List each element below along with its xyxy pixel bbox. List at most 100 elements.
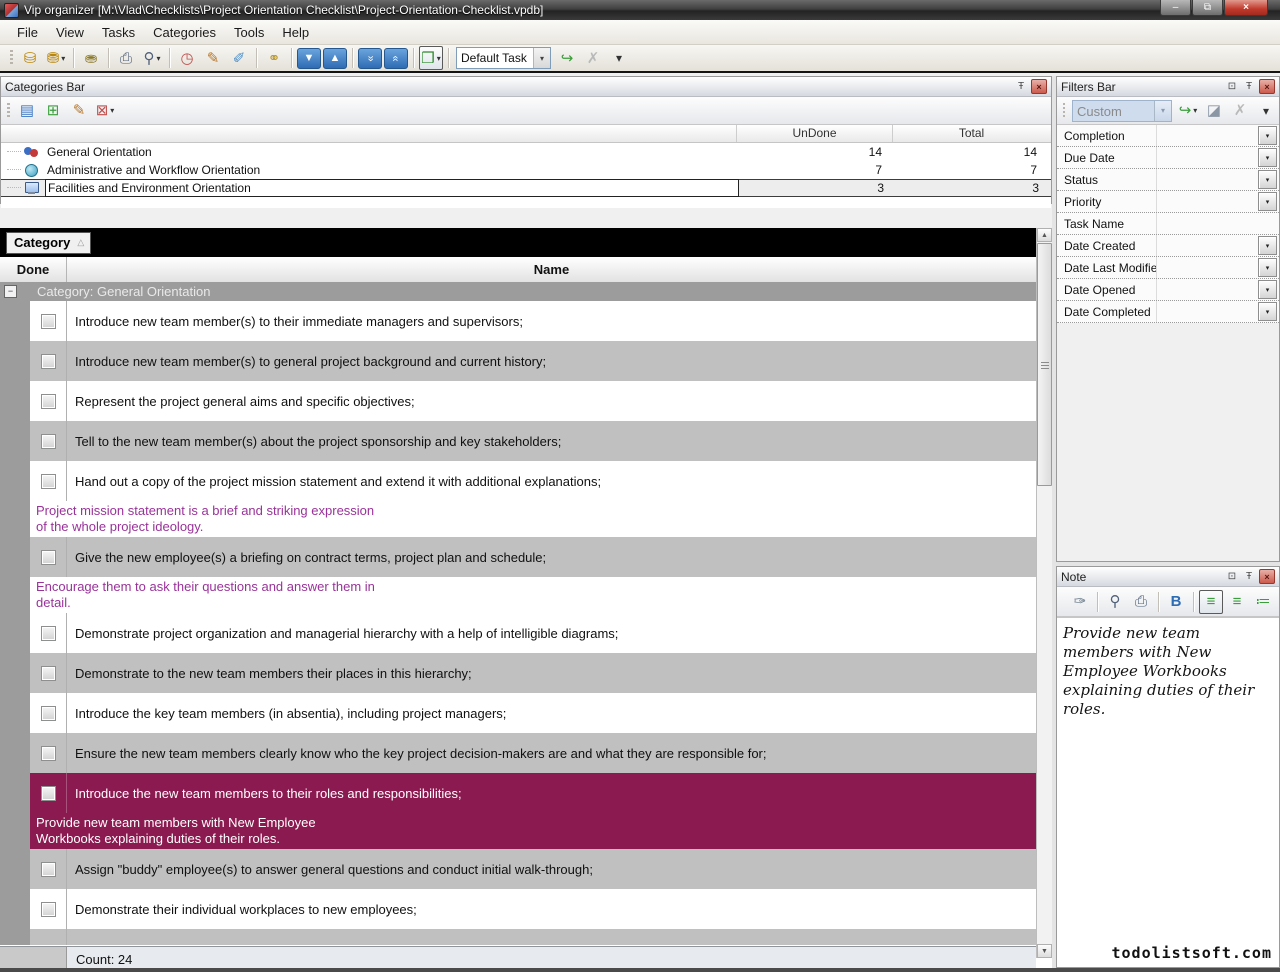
add-category-icon[interactable]: ▤ bbox=[15, 99, 39, 123]
task-checkbox[interactable] bbox=[41, 394, 56, 409]
horizontal-splitter[interactable] bbox=[1056, 562, 1280, 566]
filter-value-field[interactable] bbox=[1156, 257, 1256, 278]
collapse-icon[interactable]: − bbox=[4, 285, 17, 298]
task-note-row[interactable]: Encourage them to ask their questions an… bbox=[30, 577, 1036, 613]
scroll-up-icon[interactable]: ▲ bbox=[1037, 228, 1052, 242]
task-row[interactable]: Demonstrate their individual workplaces … bbox=[30, 889, 1036, 929]
edit-task-icon[interactable]: ✎ bbox=[201, 46, 225, 70]
task-checkbox[interactable] bbox=[41, 862, 56, 877]
delete-filter-icon[interactable]: ✗ bbox=[1228, 99, 1252, 123]
task-checkbox[interactable] bbox=[41, 314, 56, 329]
move-to-bottom-icon[interactable]: » bbox=[358, 48, 382, 69]
move-to-top-icon[interactable]: » bbox=[384, 48, 408, 69]
task-checkbox[interactable] bbox=[41, 706, 56, 721]
task-row[interactable]: Give the new employee(s) a briefing on c… bbox=[30, 537, 1036, 577]
category-row[interactable]: Facilities and Environment Orientation33 bbox=[1, 179, 1051, 197]
task-row[interactable]: Tell to the new team member(s) about the… bbox=[30, 421, 1036, 461]
chevron-down-icon[interactable]: ▾ bbox=[1258, 302, 1277, 321]
filter-value-field[interactable] bbox=[1156, 301, 1256, 322]
print-preview-icon[interactable]: ⚲▾ bbox=[140, 46, 164, 70]
undone-column-header[interactable]: UnDone bbox=[737, 125, 893, 142]
task-checkbox[interactable] bbox=[41, 626, 56, 641]
task-row[interactable]: Hand out a copy of the project mission s… bbox=[30, 461, 1036, 501]
filter-value-field[interactable] bbox=[1156, 213, 1279, 234]
vertical-splitter[interactable] bbox=[1052, 76, 1056, 968]
restore-button[interactable]: ⧉ bbox=[1192, 0, 1223, 16]
filter-value-field[interactable] bbox=[1156, 147, 1256, 168]
find-task-icon[interactable]: ⚭ bbox=[262, 46, 286, 70]
bullet-list-icon[interactable]: ≔ bbox=[1251, 590, 1275, 614]
task-row[interactable]: Demonstrate to the new team members thei… bbox=[30, 653, 1036, 693]
filters-overflow-icon[interactable]: ▾ bbox=[1254, 99, 1278, 123]
task-row[interactable]: Demonstrate project organization and man… bbox=[30, 613, 1036, 653]
close-icon[interactable]: × bbox=[1259, 79, 1275, 94]
menu-item-file[interactable]: File bbox=[8, 22, 47, 43]
menu-item-tools[interactable]: Tools bbox=[225, 22, 273, 43]
remove-task-type-icon[interactable]: ✗ bbox=[581, 46, 605, 70]
task-checkbox[interactable] bbox=[41, 434, 56, 449]
move-down-icon[interactable]: ▼ bbox=[297, 48, 321, 69]
chevron-down-icon[interactable]: ▾ bbox=[1258, 236, 1277, 255]
pin-icon[interactable]: Ŧ bbox=[1242, 80, 1256, 93]
move-up-icon[interactable]: ▲ bbox=[323, 48, 347, 69]
task-row[interactable]: Introduce new team member(s) to general … bbox=[30, 341, 1036, 381]
chevron-down-icon[interactable]: ▾ bbox=[1258, 148, 1277, 167]
title-bar[interactable]: Vip organizer [M:\Vlad\Checklists\Projec… bbox=[0, 0, 1280, 20]
add-task-icon[interactable]: ◷ bbox=[175, 46, 199, 70]
scroll-down-icon[interactable]: ▼ bbox=[1037, 944, 1052, 958]
assign-task-type-icon[interactable]: ↪ bbox=[555, 46, 579, 70]
task-row[interactable]: Ensure the new team members clearly know… bbox=[30, 733, 1036, 773]
delete-task-icon[interactable]: ✐ bbox=[227, 46, 251, 70]
clear-filter-icon[interactable]: ◪ bbox=[1202, 99, 1226, 123]
align-right-icon[interactable]: ≡ bbox=[1225, 590, 1249, 614]
group-by-category-chip[interactable]: Category △ bbox=[6, 232, 91, 254]
task-checkbox[interactable] bbox=[41, 474, 56, 489]
delete-category-icon[interactable]: ⊠▾ bbox=[93, 99, 117, 123]
chevron-down-icon[interactable]: ▾ bbox=[1258, 170, 1277, 189]
chevron-down-icon[interactable]: ▾ bbox=[1258, 126, 1277, 145]
print-icon[interactable]: ⎙ bbox=[114, 46, 138, 70]
task-note-row[interactable]: Provide new team members with New Employ… bbox=[30, 813, 1036, 849]
filter-value-field[interactable] bbox=[1156, 191, 1256, 212]
task-checkbox[interactable] bbox=[41, 786, 56, 801]
task-checkbox[interactable] bbox=[41, 666, 56, 681]
task-checkbox[interactable] bbox=[41, 354, 56, 369]
pin-icon[interactable]: Ŧ bbox=[1014, 80, 1028, 93]
task-row[interactable]: Assign "buddy" employee(s) to answer gen… bbox=[30, 849, 1036, 889]
add-subcategory-icon[interactable]: ⊞ bbox=[41, 99, 65, 123]
total-column-header[interactable]: Total bbox=[893, 125, 1050, 142]
notes-view-icon[interactable]: ❒▾ bbox=[419, 46, 443, 70]
group-row[interactable]: − Category: General Orientation bbox=[0, 282, 1036, 301]
chevron-down-icon[interactable]: ▾ bbox=[1258, 192, 1277, 211]
filter-value-field[interactable] bbox=[1156, 279, 1256, 300]
menu-item-tasks[interactable]: Tasks bbox=[93, 22, 144, 43]
save-database-icon[interactable]: ⛂ bbox=[79, 46, 103, 70]
note-content[interactable]: Provide new team members with New Employ… bbox=[1057, 617, 1279, 967]
task-row[interactable]: Introduce new team member(s) to their im… bbox=[30, 301, 1036, 341]
menu-item-view[interactable]: View bbox=[47, 22, 93, 43]
close-icon[interactable]: × bbox=[1031, 79, 1047, 94]
filter-value-field[interactable] bbox=[1156, 125, 1256, 146]
task-checkbox[interactable] bbox=[41, 550, 56, 565]
task-checkbox[interactable] bbox=[41, 902, 56, 917]
filter-value-field[interactable] bbox=[1156, 169, 1256, 190]
task-type-combo[interactable]: Default Task▾ bbox=[456, 47, 551, 69]
chevron-down-icon[interactable]: ▾ bbox=[533, 48, 550, 68]
note-preview-icon[interactable]: ⚲ bbox=[1103, 590, 1127, 614]
note-print-icon[interactable]: ⎙ bbox=[1129, 590, 1153, 614]
close-button[interactable]: × bbox=[1224, 0, 1268, 16]
open-database-icon[interactable]: ⛃▾ bbox=[44, 46, 68, 70]
toolbar-overflow-icon[interactable]: ▾ bbox=[607, 46, 631, 70]
task-row[interactable]: Introduce the new team members to their … bbox=[30, 773, 1036, 813]
restore-icon[interactable]: ⊡ bbox=[1225, 570, 1239, 583]
task-row[interactable]: Introduce the key team members (in absen… bbox=[30, 693, 1036, 733]
assign-note-icon[interactable]: ✑ bbox=[1068, 590, 1092, 614]
task-note-row[interactable]: Project mission statement is a brief and… bbox=[30, 501, 1036, 537]
filter-value-field[interactable] bbox=[1156, 235, 1256, 256]
task-checkbox[interactable] bbox=[41, 746, 56, 761]
chevron-down-icon[interactable]: ▾ bbox=[1258, 280, 1277, 299]
apply-filter-icon[interactable]: ↪▾ bbox=[1176, 99, 1200, 123]
category-column-header[interactable] bbox=[1, 125, 737, 142]
category-row[interactable]: Administrative and Workflow Orientation7… bbox=[1, 161, 1051, 179]
task-row[interactable]: Represent the project general aims and s… bbox=[30, 381, 1036, 421]
